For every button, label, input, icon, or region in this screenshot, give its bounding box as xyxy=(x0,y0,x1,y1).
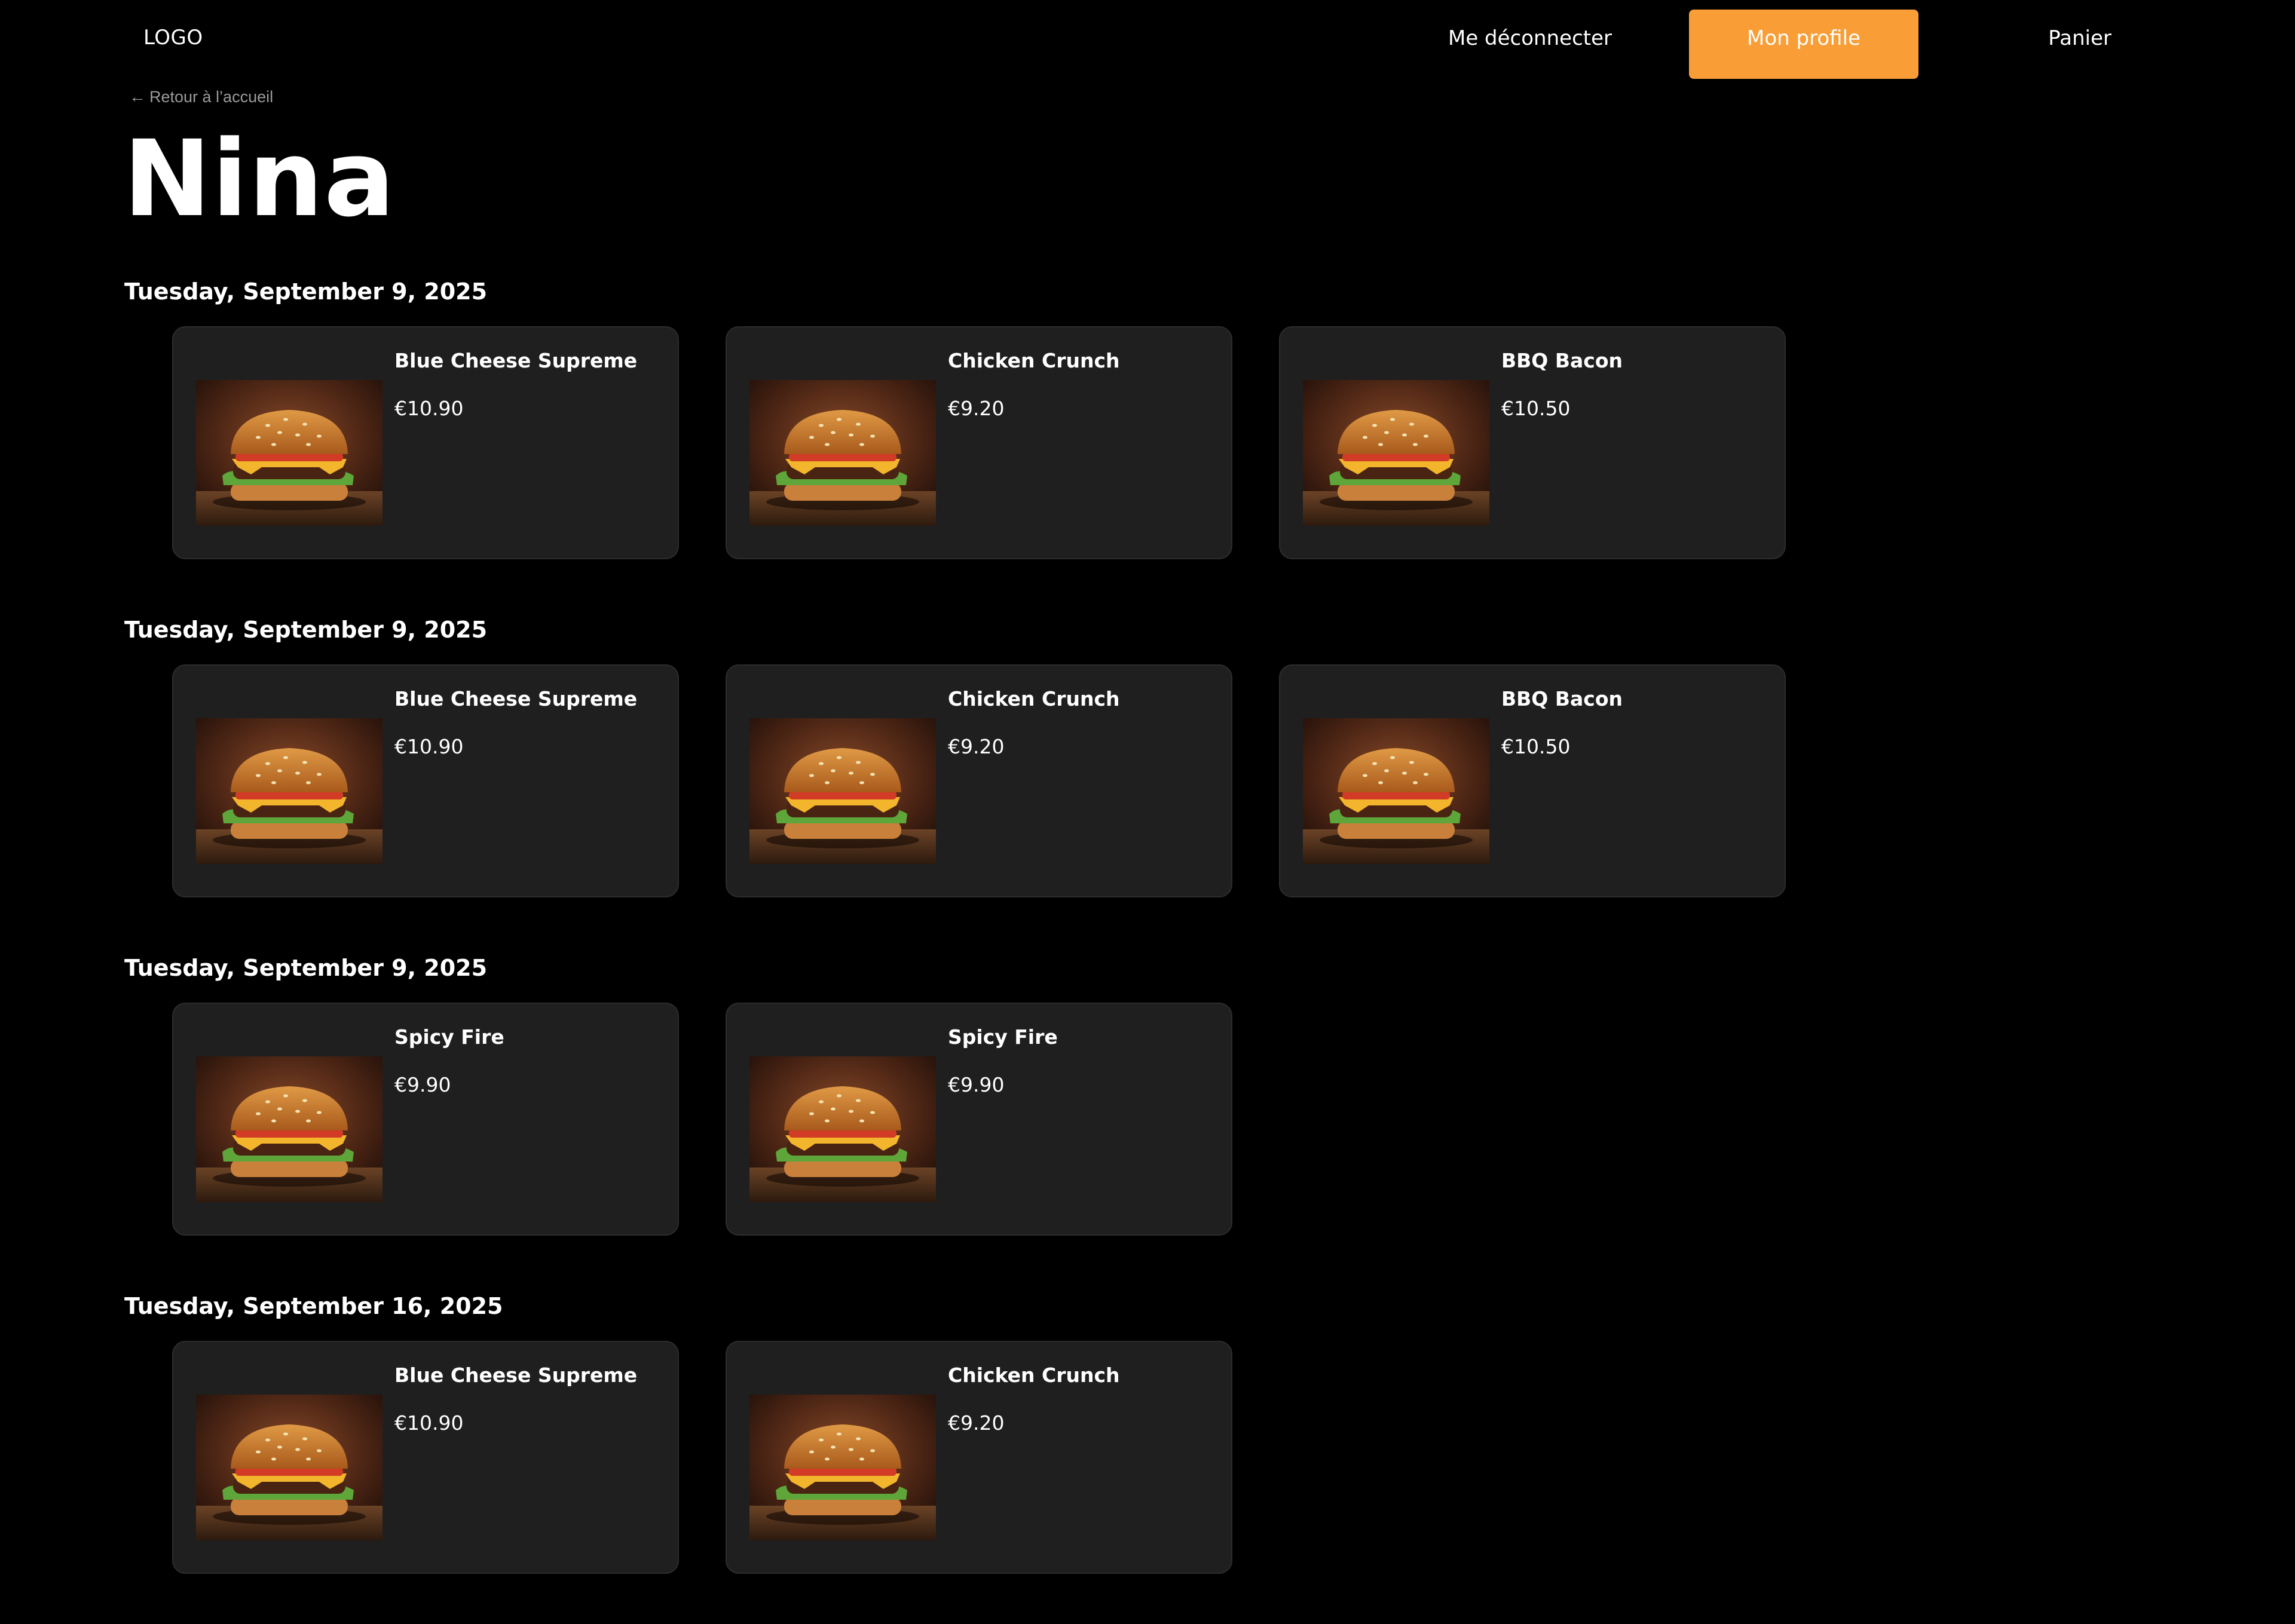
item-name: Spicy Fire xyxy=(394,1025,504,1049)
burger-image xyxy=(749,1395,936,1540)
item-price: €10.50 xyxy=(1501,735,1571,758)
order-item-card[interactable]: BBQ Bacon €10.50 xyxy=(1279,664,1786,897)
order-items: Blue Cheese Supreme €10.90 Chicken Crunc… xyxy=(172,664,1786,897)
burger-image xyxy=(196,1056,382,1202)
item-price: €9.20 xyxy=(948,735,1005,758)
item-name: BBQ Bacon xyxy=(1501,349,1623,372)
burger-image xyxy=(1303,718,1489,864)
item-name: Spicy Fire xyxy=(948,1025,1058,1049)
item-name: Chicken Crunch xyxy=(948,687,1120,710)
burger-image xyxy=(749,1056,936,1202)
burger-image xyxy=(196,1395,382,1540)
order-items: Blue Cheese Supreme €10.90 Chicken Crunc… xyxy=(172,326,1786,559)
order-items: Blue Cheese Supreme €10.90 Chicken Crunc… xyxy=(172,1341,1232,1574)
item-price: €10.50 xyxy=(1501,397,1571,420)
item-name: Blue Cheese Supreme xyxy=(394,687,638,710)
burger-image xyxy=(749,718,936,864)
item-price: €10.90 xyxy=(394,1411,464,1435)
item-name: Chicken Crunch xyxy=(948,1363,1120,1387)
burger-image xyxy=(196,718,382,864)
item-price: €9.90 xyxy=(948,1073,1005,1096)
order-item-card[interactable]: Blue Cheese Supreme €10.90 xyxy=(172,1341,679,1574)
order-history: Tuesday, September 9, 2025 Blue Cheese S… xyxy=(0,0,2295,1624)
order-date: Tuesday, September 9, 2025 xyxy=(124,278,488,305)
item-name: Chicken Crunch xyxy=(948,349,1120,372)
order-date: Tuesday, September 16, 2025 xyxy=(124,1293,503,1319)
item-name: Blue Cheese Supreme xyxy=(394,1363,638,1387)
order-items: Spicy Fire €9.90 Spicy Fire €9.90 xyxy=(172,1003,1232,1236)
order-date: Tuesday, September 9, 2025 xyxy=(124,955,488,981)
burger-image xyxy=(1303,380,1489,526)
order-item-card[interactable]: Chicken Crunch €9.20 xyxy=(726,326,1232,559)
order-item-card[interactable]: Chicken Crunch €9.20 xyxy=(726,1341,1232,1574)
item-price: €10.90 xyxy=(394,397,464,420)
order-item-card[interactable]: Spicy Fire €9.90 xyxy=(172,1003,679,1236)
burger-image xyxy=(196,380,382,526)
order-item-card[interactable]: Chicken Crunch €9.20 xyxy=(726,664,1232,897)
item-price: €9.20 xyxy=(948,397,1005,420)
item-price: €10.90 xyxy=(394,735,464,758)
item-price: €9.90 xyxy=(394,1073,451,1096)
order-item-card[interactable]: BBQ Bacon €10.50 xyxy=(1279,326,1786,559)
item-price: €9.20 xyxy=(948,1411,1005,1435)
burger-image xyxy=(749,380,936,526)
order-item-card[interactable]: Spicy Fire €9.90 xyxy=(726,1003,1232,1236)
order-item-card[interactable]: Blue Cheese Supreme €10.90 xyxy=(172,326,679,559)
item-name: Blue Cheese Supreme xyxy=(394,349,638,372)
item-name: BBQ Bacon xyxy=(1501,687,1623,710)
order-date: Tuesday, September 9, 2025 xyxy=(124,617,488,643)
order-item-card[interactable]: Blue Cheese Supreme €10.90 xyxy=(172,664,679,897)
